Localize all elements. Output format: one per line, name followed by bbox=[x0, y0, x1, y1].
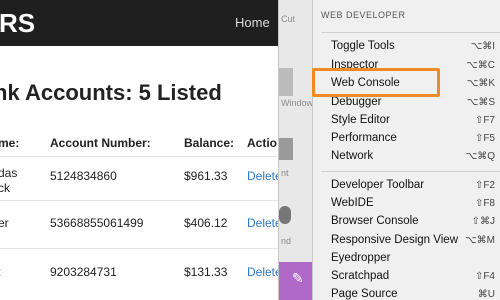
menu-item-label: WebIDE bbox=[331, 197, 374, 209]
menu-item-network[interactable]: Network ⌥⌘Q bbox=[313, 148, 500, 166]
menu-item-shortcut: ⌥⌘K bbox=[466, 78, 495, 89]
strip-label-print[interactable]: nt bbox=[281, 168, 289, 178]
menu-separator bbox=[321, 171, 500, 172]
menu-item-shortcut: ⇧F5 bbox=[474, 133, 495, 144]
column-header-name: me: bbox=[0, 136, 20, 150]
menu-item-webide[interactable]: WebIDE ⇧F8 bbox=[313, 195, 500, 213]
menu-item-style-editor[interactable]: Style Editor ⇧F7 bbox=[313, 112, 500, 130]
browser-menu-panel-strip: Cut Window nt nd ✎ bbox=[278, 0, 313, 300]
column-header-action: Actio bbox=[247, 136, 277, 150]
menu-item-shortcut: ⇧⌘J bbox=[471, 216, 495, 227]
table-divider bbox=[0, 248, 280, 249]
web-developer-menu: WEB DEVELOPER Toggle Tools ⌥⌘I Inspector… bbox=[312, 0, 500, 300]
menu-item-label: Toggle Tools bbox=[331, 40, 395, 52]
menu-item-label: Responsive Design View bbox=[331, 234, 458, 246]
menu-item-label: Debugger bbox=[331, 96, 382, 108]
menu-item-label: Network bbox=[331, 150, 374, 162]
menu-item-label: Page Source bbox=[331, 288, 398, 300]
delete-link[interactable]: Delete bbox=[247, 216, 282, 231]
menu-item-browser-console[interactable]: Browser Console ⇧⌘J bbox=[313, 213, 500, 231]
brand-logo-text[interactable]: RS bbox=[0, 8, 35, 39]
menu-header: WEB DEVELOPER bbox=[321, 10, 406, 20]
menu-item-shortcut: ⌥⌘I bbox=[470, 41, 495, 52]
table-cell-name: er bbox=[0, 216, 9, 230]
menu-item-shortcut: ⌘U bbox=[477, 289, 495, 300]
menu-item-eyedropper[interactable]: Eyedropper bbox=[313, 250, 500, 268]
page-title: nk Accounts: 5 Listed bbox=[0, 80, 222, 105]
web-console-highlight-box bbox=[312, 68, 440, 97]
strip-label-window[interactable]: Window bbox=[281, 98, 313, 108]
table-cell-name: das ck bbox=[0, 166, 18, 195]
menu-item-shortcut: ⌥⌘S bbox=[466, 97, 495, 108]
delete-link[interactable]: Delete bbox=[247, 265, 282, 280]
menu-item-performance[interactable]: Performance ⇧F5 bbox=[313, 130, 500, 148]
menu-item-shortcut: ⌥⌘Q bbox=[465, 151, 495, 162]
menu-item-shortcut: ⇧F7 bbox=[474, 115, 495, 126]
menu-item-toggle-tools[interactable]: Toggle Tools ⌥⌘I bbox=[313, 38, 500, 56]
table-cell-account: 5124834860 bbox=[50, 169, 117, 183]
menu-item-label: Eyedropper bbox=[331, 252, 391, 264]
column-header-account-number: Account Number: bbox=[50, 136, 151, 150]
menu-item-page-source[interactable]: Page Source ⌘U bbox=[313, 286, 500, 300]
menu-item-shortcut: ⇧F8 bbox=[474, 198, 495, 209]
wrench-icon: ✎ bbox=[292, 270, 304, 286]
print-icon[interactable] bbox=[279, 138, 293, 160]
menu-item-label: Style Editor bbox=[331, 114, 390, 126]
table-cell-balance: $406.12 bbox=[184, 216, 228, 230]
menu-item-label: Developer Toolbar bbox=[331, 179, 425, 191]
delete-link[interactable]: Delete bbox=[247, 169, 282, 184]
menu-item-shortcut: ⇧F2 bbox=[474, 180, 495, 191]
table-cell-account: 9203284731 bbox=[50, 265, 117, 279]
menu-item-shortcut: ⌥⌘M bbox=[465, 235, 495, 246]
strip-label-cut[interactable]: Cut bbox=[281, 14, 295, 24]
table-cell-account: 53668855061499 bbox=[50, 216, 144, 230]
menu-separator bbox=[321, 32, 500, 33]
nav-home-link[interactable]: Home bbox=[235, 15, 270, 30]
menu-item-label: Browser Console bbox=[331, 215, 419, 227]
menu-item-scratchpad[interactable]: Scratchpad ⇧F4 bbox=[313, 268, 500, 286]
strip-label-find[interactable]: nd bbox=[281, 236, 291, 246]
menu-item-shortcut: ⇧F4 bbox=[474, 271, 495, 282]
table-divider bbox=[0, 156, 280, 157]
find-icon[interactable] bbox=[279, 206, 291, 224]
menu-item-responsive-design-view[interactable]: Responsive Design View ⌥⌘M bbox=[313, 232, 500, 250]
developer-button[interactable]: ✎ bbox=[279, 262, 313, 300]
window-icon[interactable] bbox=[279, 68, 293, 96]
table-cell-balance: $131.33 bbox=[184, 265, 228, 279]
menu-item-label: Performance bbox=[331, 132, 397, 144]
menu-item-label: Scratchpad bbox=[331, 270, 390, 282]
table-cell-name: : bbox=[0, 265, 1, 280]
column-header-balance: Balance: bbox=[184, 136, 235, 150]
table-cell-balance: $961.33 bbox=[184, 169, 228, 183]
menu-item-developer-toolbar[interactable]: Developer Toolbar ⇧F2 bbox=[313, 177, 500, 195]
table-divider bbox=[0, 200, 280, 201]
menu-item-shortcut: ⌥⌘C bbox=[466, 60, 495, 71]
